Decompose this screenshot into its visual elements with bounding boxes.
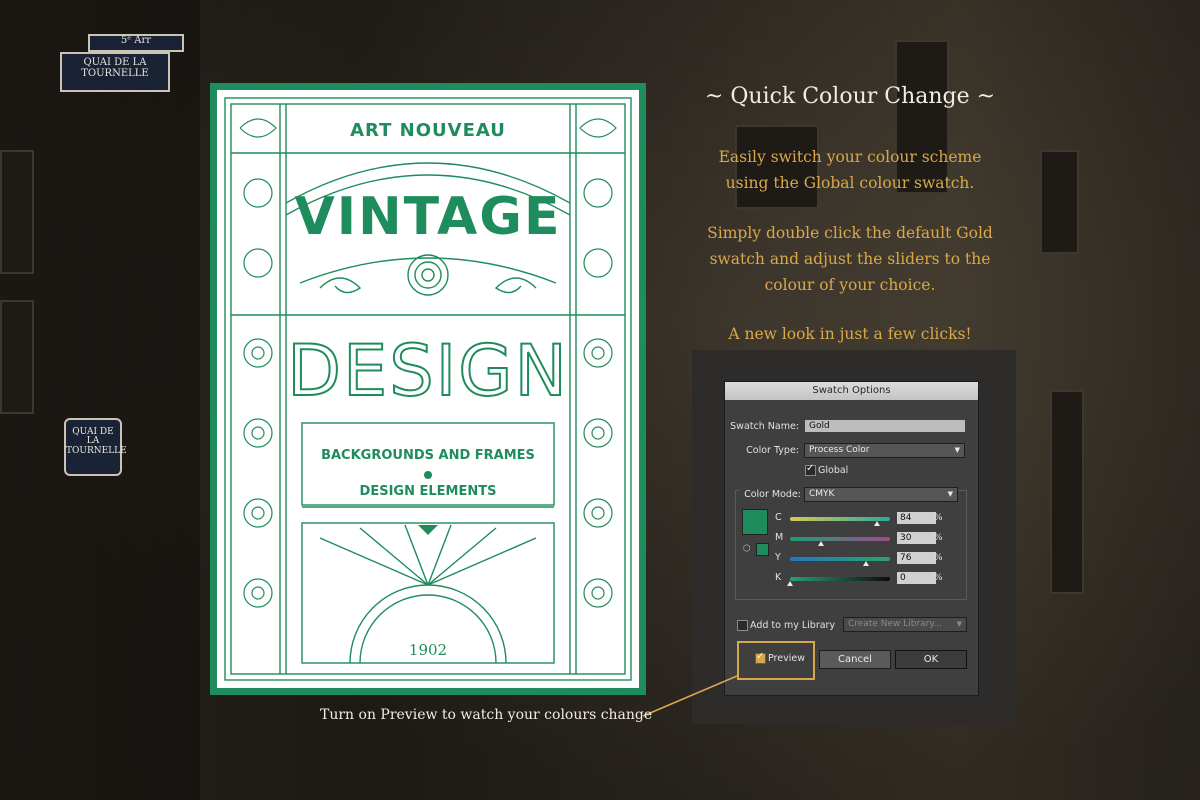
callout-line: [642, 675, 738, 717]
preview-callout-text: Turn on Preview to watch your colours ch…: [320, 707, 653, 723]
